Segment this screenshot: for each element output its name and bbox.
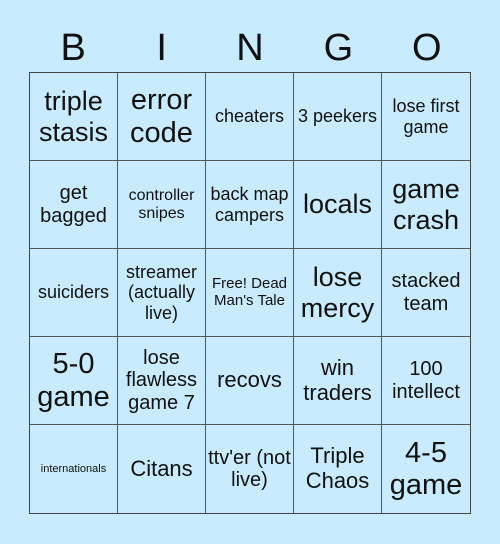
header-letter-o: O: [412, 27, 442, 69]
bingo-cell[interactable]: Triple Chaos: [294, 425, 382, 513]
bingo-cell[interactable]: Citans: [118, 425, 206, 513]
bingo-card: triple stasis error code cheaters 3 peek…: [29, 72, 471, 514]
bingo-cell[interactable]: lose mercy: [294, 249, 382, 337]
header-letter-b: B: [60, 27, 86, 69]
bingo-cell[interactable]: triple stasis: [30, 73, 118, 161]
bingo-cell[interactable]: 4-5 game: [382, 425, 470, 513]
bingo-header: B I N G O: [29, 28, 471, 68]
header-letter-g: G: [323, 27, 354, 69]
bingo-cell[interactable]: recovs: [206, 337, 294, 425]
bingo-cell[interactable]: back map campers: [206, 161, 294, 249]
bingo-cell[interactable]: ttv'er (not live): [206, 425, 294, 513]
bingo-cell[interactable]: stacked team: [382, 249, 470, 337]
bingo-cell[interactable]: game crash: [382, 161, 470, 249]
bingo-cell[interactable]: win traders: [294, 337, 382, 425]
bingo-cell[interactable]: 3 peekers: [294, 73, 382, 161]
bingo-cell[interactable]: get bagged: [30, 161, 118, 249]
bingo-cell[interactable]: lose first game: [382, 73, 470, 161]
bingo-cell[interactable]: error code: [118, 73, 206, 161]
bingo-cell[interactable]: cheaters: [206, 73, 294, 161]
header-letter-n: N: [236, 27, 264, 69]
bingo-cell[interactable]: locals: [294, 161, 382, 249]
bingo-cell[interactable]: internationals: [30, 425, 118, 513]
bingo-cell[interactable]: streamer (actually live): [118, 249, 206, 337]
header-letter-i: I: [156, 27, 167, 69]
bingo-cell[interactable]: lose flawless game 7: [118, 337, 206, 425]
bingo-cell[interactable]: 100 intellect: [382, 337, 470, 425]
bingo-cell[interactable]: suiciders: [30, 249, 118, 337]
bingo-cell[interactable]: 5-0 game: [30, 337, 118, 425]
free-space-cell[interactable]: Free! Dead Man's Tale: [206, 249, 294, 337]
bingo-cell[interactable]: controller snipes: [118, 161, 206, 249]
